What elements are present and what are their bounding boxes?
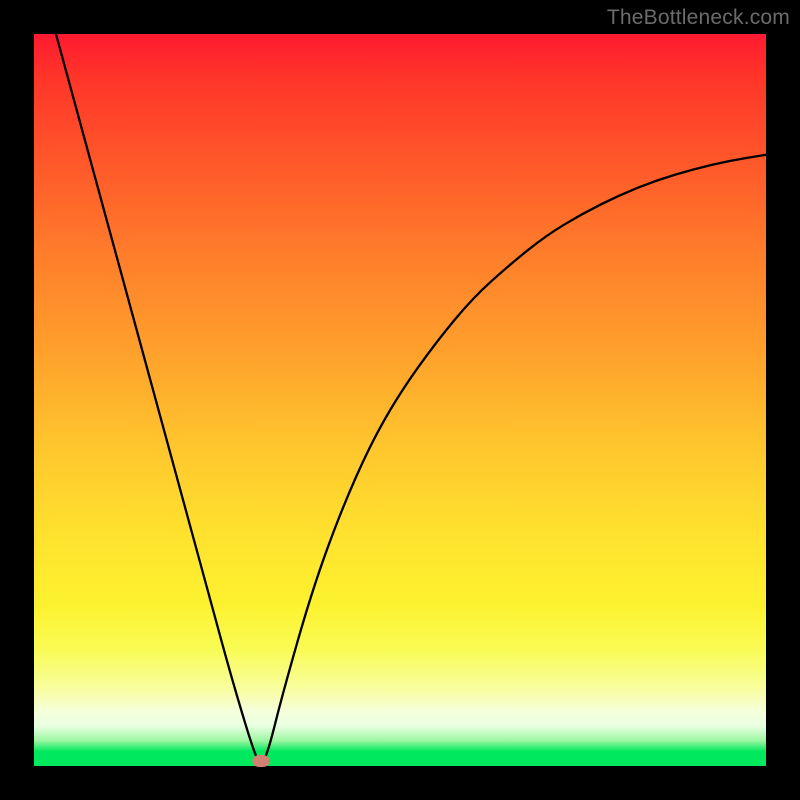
plot-area bbox=[34, 34, 766, 766]
watermark-text: TheBottleneck.com bbox=[607, 6, 790, 30]
bottleneck-curve bbox=[34, 34, 766, 766]
optimum-marker bbox=[252, 755, 269, 767]
chart-frame: TheBottleneck.com bbox=[0, 0, 800, 800]
